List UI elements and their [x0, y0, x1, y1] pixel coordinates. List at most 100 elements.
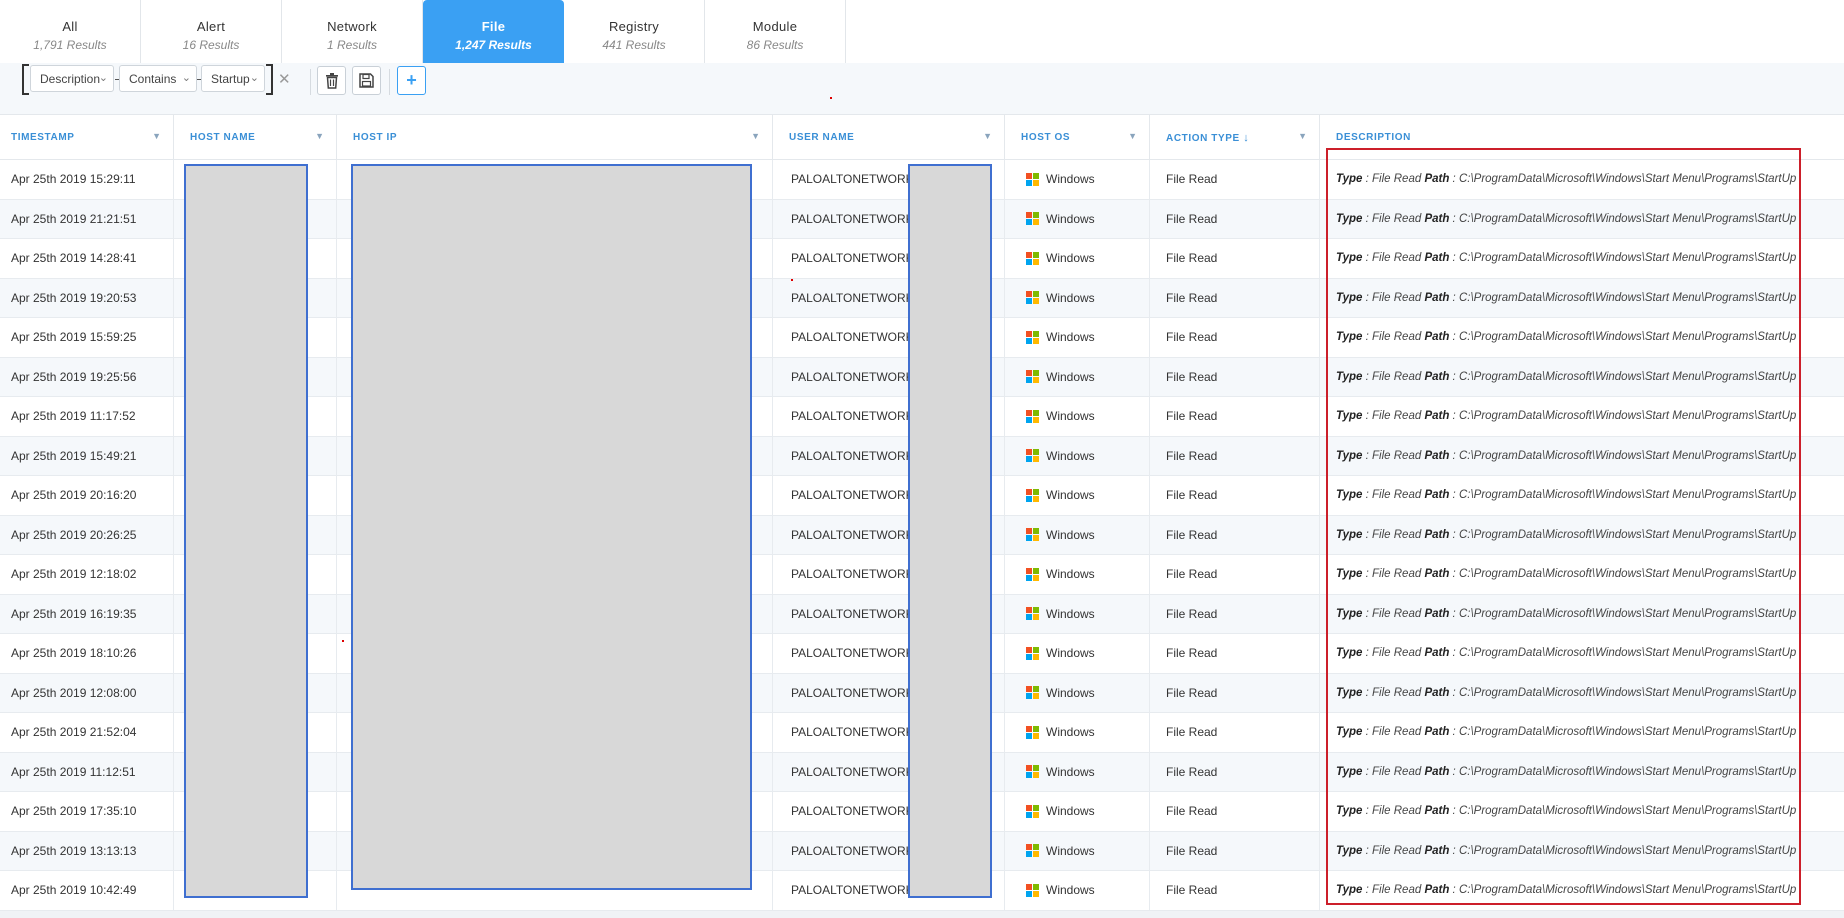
description-cell: Type : File Read Path : C:\ProgramData\M…: [1320, 832, 1844, 871]
windows-logo-icon: [1026, 251, 1039, 265]
filter-icon[interactable]: ▼: [983, 131, 992, 141]
desc-separator: :: [1449, 726, 1459, 739]
column-label: TIMESTAMP: [11, 132, 75, 143]
action-type-cell: File Read: [1150, 397, 1320, 436]
desc-separator: :: [1449, 370, 1459, 383]
timestamp-cell: Apr 25th 2019 15:49:21: [0, 436, 174, 475]
host-os-value: Windows: [1046, 172, 1095, 187]
filter-value-select[interactable]: Startup ⌄: [201, 65, 265, 92]
desc-separator: :: [1362, 884, 1373, 897]
add-filter-button[interactable]: +: [397, 66, 426, 95]
desc-path-value: C:\ProgramData\Microsoft\Windows\Start M…: [1458, 489, 1797, 502]
desc-path-value: C:\ProgramData\Microsoft\Windows\Start M…: [1458, 607, 1797, 620]
tab-file[interactable]: File 1,247 Results: [423, 0, 564, 63]
tab-result-count: 86 Results: [746, 38, 804, 52]
desc-type-label: Type: [1336, 726, 1363, 739]
host-os-cell: Windows: [1005, 515, 1150, 554]
filter-icon[interactable]: ▼: [1128, 131, 1137, 141]
tab-all[interactable]: All 1,791 Results: [0, 0, 141, 63]
desc-type-label: Type: [1336, 765, 1363, 778]
chevron-down-icon: ⌄: [181, 72, 191, 84]
column-header-user-name[interactable]: USER NAME ▼: [773, 115, 1005, 160]
filter-icon[interactable]: ▼: [315, 131, 324, 141]
desc-type-label: Type: [1336, 844, 1363, 857]
desc-type-value: File Read: [1372, 410, 1422, 423]
action-type-cell: File Read: [1150, 713, 1320, 752]
column-header-host-ip[interactable]: HOST IP ▼: [337, 115, 773, 160]
save-filter-button[interactable]: [352, 66, 381, 95]
chevron-down-icon: ⌄: [249, 72, 259, 84]
host-os-cell: Windows: [1005, 713, 1150, 752]
desc-type-label: Type: [1336, 370, 1363, 383]
tab-module[interactable]: Module 86 Results: [705, 0, 846, 63]
action-type-cell: File Read: [1150, 160, 1320, 199]
desc-type-label: Type: [1336, 884, 1363, 897]
delete-filter-button[interactable]: [317, 66, 346, 95]
column-header-host-name[interactable]: HOST NAME ▼: [174, 115, 337, 160]
desc-path-value: C:\ProgramData\Microsoft\Windows\Start M…: [1458, 686, 1797, 699]
desc-separator: :: [1449, 449, 1459, 462]
desc-type-label: Type: [1336, 212, 1363, 225]
desc-type-value: File Read: [1372, 607, 1422, 620]
toolbar-divider: [310, 69, 311, 95]
timestamp-cell: Apr 25th 2019 11:12:51: [0, 752, 174, 791]
desc-separator: :: [1449, 844, 1459, 857]
desc-path-label: Path: [1424, 686, 1450, 699]
column-label: HOST OS: [1021, 132, 1071, 143]
tab-result-count: 1,247 Results: [455, 38, 532, 52]
timestamp-cell: Apr 25th 2019 21:52:04: [0, 713, 174, 752]
desc-type-label: Type: [1336, 331, 1363, 344]
tab-result-count: 1 Results: [326, 38, 378, 52]
filter-operator-select[interactable]: Contains ⌄: [119, 65, 197, 92]
tab-alert[interactable]: Alert 16 Results: [141, 0, 282, 63]
filter-icon[interactable]: ▼: [1298, 131, 1307, 141]
desc-path-label: Path: [1424, 844, 1450, 857]
desc-path-value: C:\ProgramData\Microsoft\Windows\Start M…: [1458, 291, 1797, 304]
column-header-description[interactable]: DESCRIPTION: [1320, 115, 1844, 160]
desc-separator: :: [1362, 173, 1373, 186]
desc-separator: :: [1362, 765, 1373, 778]
filter-icon[interactable]: ▼: [751, 131, 760, 141]
sort-descending-icon[interactable]: ↓: [1243, 132, 1249, 144]
action-type-cell: File Read: [1150, 673, 1320, 712]
tab-registry[interactable]: Registry 441 Results: [564, 0, 705, 63]
desc-separator: :: [1362, 291, 1373, 304]
column-label: ACTION TYPE ↓: [1166, 132, 1249, 144]
desc-type-value: File Read: [1372, 370, 1422, 383]
host-os-value: Windows: [1046, 764, 1095, 779]
filter-field-select[interactable]: Description ⌄: [30, 65, 114, 92]
desc-separator: :: [1362, 568, 1373, 581]
host-os-cell: Windows: [1005, 199, 1150, 238]
description-cell: Type : File Read Path : C:\ProgramData\M…: [1320, 792, 1844, 831]
desc-separator: :: [1449, 173, 1459, 186]
desc-path-label: Path: [1424, 765, 1450, 778]
desc-path-label: Path: [1424, 449, 1450, 462]
desc-type-value: File Read: [1372, 726, 1422, 739]
column-header-timestamp[interactable]: TIMESTAMP ▼: [0, 115, 174, 160]
action-type-cell: File Read: [1150, 831, 1320, 870]
timestamp-cell: Apr 25th 2019 17:35:10: [0, 792, 174, 831]
filter-bar: Description ⌄ Contains ⌄ Startup ⌄ ✕ +: [0, 63, 1844, 115]
tab-label: Network: [327, 19, 377, 34]
desc-separator: :: [1449, 805, 1459, 818]
action-type-cell: File Read: [1150, 752, 1320, 791]
tab-label: Module: [752, 19, 798, 34]
host-os-value: Windows: [1046, 448, 1095, 463]
filter-icon[interactable]: ▼: [152, 131, 161, 141]
redaction-box-user-name: [908, 164, 992, 898]
tab-network[interactable]: Network 1 Results: [282, 0, 423, 63]
table-footer-strip: [0, 911, 1844, 918]
host-os-cell: Windows: [1005, 160, 1150, 199]
filter-group-close-bracket: [266, 64, 273, 95]
windows-logo-icon: [1026, 804, 1039, 818]
clear-filter-icon[interactable]: ✕: [278, 70, 291, 88]
column-header-host-os[interactable]: HOST OS ▼: [1005, 115, 1150, 160]
plus-icon: +: [406, 70, 417, 90]
desc-separator: :: [1362, 647, 1373, 660]
desc-path-label: Path: [1424, 291, 1450, 304]
column-header-action-type[interactable]: ACTION TYPE ↓ ▼: [1150, 115, 1320, 160]
timestamp-cell: Apr 25th 2019 10:42:49: [0, 871, 174, 910]
host-os-value: Windows: [1046, 804, 1095, 819]
description-cell: Type : File Read Path : C:\ProgramData\M…: [1320, 318, 1844, 357]
trash-icon: [325, 72, 338, 89]
